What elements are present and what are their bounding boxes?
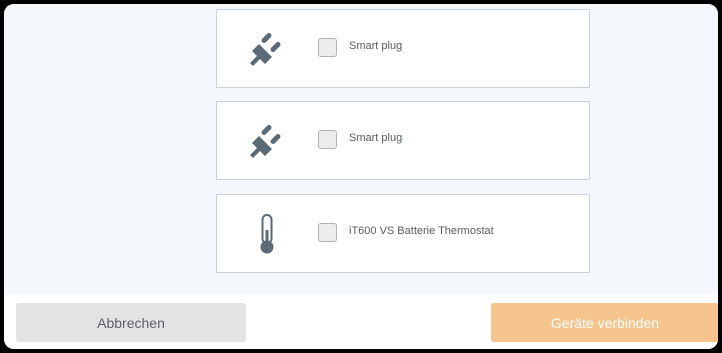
connect-devices-button[interactable]: Geräte verbinden (491, 303, 718, 342)
thermometer-icon (245, 212, 289, 256)
device-card[interactable]: Smart plug (216, 9, 590, 88)
dialog: Smart plug Smart plug iT600 VS Batterie … (4, 4, 718, 349)
device-checkbox[interactable] (318, 38, 337, 57)
device-card[interactable]: iT600 VS Batterie Thermostat (216, 194, 590, 273)
dialog-footer: Abbrechen Geräte verbinden (4, 295, 718, 349)
device-checkbox[interactable] (318, 223, 337, 242)
device-list: Smart plug Smart plug iT600 VS Batterie … (4, 4, 718, 295)
device-label: Smart plug (349, 40, 403, 52)
plug-icon (245, 119, 289, 163)
plug-icon (245, 27, 289, 71)
device-card[interactable]: Smart plug (216, 101, 590, 180)
cancel-button[interactable]: Abbrechen (16, 303, 246, 342)
device-checkbox[interactable] (318, 130, 337, 149)
device-label: Smart plug (349, 132, 403, 144)
device-label: iT600 VS Batterie Thermostat (349, 225, 494, 237)
